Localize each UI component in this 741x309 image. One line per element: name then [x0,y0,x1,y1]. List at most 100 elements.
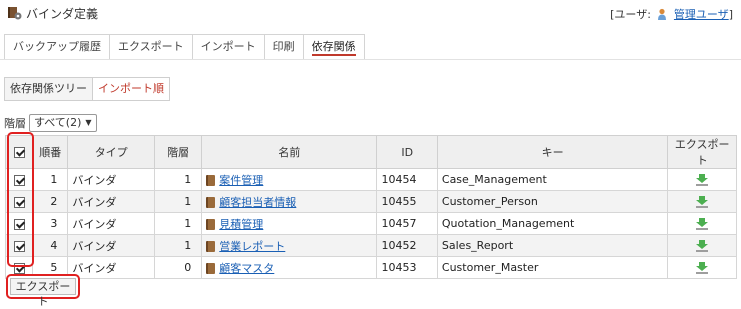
tab-label: エクスポート [118,40,184,53]
level-cell: 1 [153,212,203,235]
column-header-order[interactable]: 順番 [32,135,69,169]
key-cell: Customer_Person [436,190,669,213]
subtab-dependency-tree[interactable]: 依存関係ツリー [4,77,93,101]
binder-name-link[interactable]: 顧客マスタ [219,262,274,275]
key-cell: Quotation_Management [436,212,669,235]
level-cell: 1 [153,190,203,213]
column-header-key[interactable]: キー [436,135,669,169]
type-cell: バインダ [67,190,155,213]
tab-label: インポート [200,40,256,53]
binder-icon [206,262,216,274]
row-checkbox[interactable] [13,218,25,230]
column-header-id[interactable]: ID [376,135,438,169]
level-select[interactable]: すべて(2) ▼ [29,114,97,132]
type-cell: バインダ [67,168,155,191]
table-row: 2 バインダ 1 顧客担当者情報 10455 Customer_Person [4,190,737,213]
row-check-cell [4,190,34,213]
tab-label: 印刷 [272,40,295,53]
binder-name-link[interactable]: 案件管理 [219,174,263,187]
user-name-link[interactable]: 管理ユーザ [674,8,729,21]
id-cell: 10454 [376,168,438,191]
name-cell: 顧客担当者情報 [201,190,378,213]
table-row: 3 バインダ 1 見積管理 10457 Quotation_Management [4,212,737,235]
export-cell [667,168,737,191]
name-cell: 顧客マスタ [201,256,378,279]
binder-icon [206,240,216,252]
name-cell: 案件管理 [201,168,378,191]
name-cell: 見積管理 [201,212,378,235]
key-cell: Sales_Report [436,234,669,257]
column-header-export[interactable]: エクスポート [667,135,737,169]
column-header-type[interactable]: タイプ [67,135,155,169]
export-download-icon[interactable] [695,218,709,230]
tab-label: 依存関係 [311,40,356,56]
export-cell [667,256,737,279]
level-select-value: すべて(2) [34,116,82,129]
export-cell [667,190,737,213]
dependency-table: 順番 タイプ 階層 名前 ID キー エクスポート 1 バインダ 1 案件管理 … [4,135,737,279]
binder-name-link[interactable]: 顧客担当者情報 [219,196,296,209]
level-filter: 階層 すべて(2) ▼ [4,114,97,132]
row-check-cell [4,234,34,257]
binder-settings-icon [8,7,22,20]
user-suffix: ] [728,8,733,21]
id-cell: 10453 [376,256,438,279]
binder-name-link[interactable]: 見積管理 [219,218,263,231]
table-row: 4 バインダ 1 営業レポート 10452 Sales_Report [4,234,737,257]
page-title: バインダ定義 [26,7,99,21]
user-info: [ユーザ: 管理ユーザ] [610,6,733,22]
column-header-name[interactable]: 名前 [201,135,378,169]
level-cell: 0 [153,256,203,279]
user-icon [658,8,667,20]
tab-import[interactable]: インポート [192,34,265,60]
binder-icon [206,174,216,186]
level-cell: 1 [153,168,203,191]
tab-label: バックアップ履歴 [13,40,101,53]
row-check-cell [4,168,34,191]
row-checkbox[interactable] [13,196,25,208]
level-filter-label: 階層 [4,117,26,130]
type-cell: バインダ [67,234,155,257]
export-button-highlight: エクスポート [6,274,80,308]
type-cell: バインダ [67,256,155,279]
tab-export[interactable]: エクスポート [110,34,193,60]
key-cell: Customer_Master [436,256,669,279]
order-cell: 3 [32,212,69,235]
export-download-icon[interactable] [695,240,709,252]
title-bar: バインダ定義 [ユーザ: 管理ユーザ] [0,0,741,26]
type-cell: バインダ [67,212,155,235]
order-cell: 1 [32,168,69,191]
order-cell: 4 [32,234,69,257]
key-cell: Case_Management [436,168,669,191]
select-all-checkbox[interactable] [13,147,25,158]
export-download-icon[interactable] [695,174,709,186]
tab-dependencies[interactable]: 依存関係 [303,34,365,60]
tabs-divider [0,59,741,60]
view-toggle: 依存関係ツリー インポート順 [4,77,170,101]
export-download-icon[interactable] [695,196,709,208]
tab-backup-history[interactable]: バックアップ履歴 [4,34,110,60]
main-tabs: バックアップ履歴 エクスポート インポート 印刷 依存関係 [4,34,365,60]
row-checkbox[interactable] [13,174,25,186]
export-button[interactable]: エクスポート [10,278,76,308]
export-cell [667,212,737,235]
subtab-import-order[interactable]: インポート順 [93,77,170,101]
user-prefix: [ユーザ: [610,8,651,21]
export-cell [667,234,737,257]
row-checkbox[interactable] [13,262,25,274]
id-cell: 10457 [376,212,438,235]
chevron-down-icon: ▼ [85,118,92,127]
tab-print[interactable]: 印刷 [264,34,304,60]
column-header-level[interactable]: 階層 [153,135,203,169]
row-checkbox[interactable] [13,240,25,252]
table-row: 5 バインダ 0 顧客マスタ 10453 Customer_Master [4,256,737,279]
order-cell: 2 [32,190,69,213]
binder-name-link[interactable]: 営業レポート [219,240,285,253]
level-cell: 1 [153,234,203,257]
name-cell: 営業レポート [201,234,378,257]
table-row: 1 バインダ 1 案件管理 10454 Case_Management [4,168,737,191]
binder-icon [206,196,216,208]
select-all-header [4,135,34,169]
row-check-cell [4,212,34,235]
export-download-icon[interactable] [695,262,709,274]
